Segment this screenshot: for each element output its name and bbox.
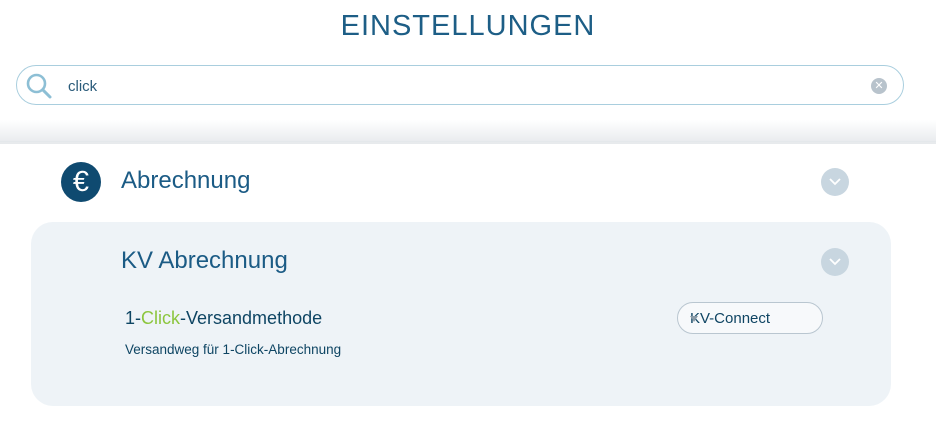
section-title[interactable]: Abrechnung: [121, 167, 250, 195]
setting-description: Versandweg für 1-Click-Abrechnung: [125, 342, 342, 357]
select-value: KV-Connect: [690, 310, 771, 327]
clear-search-icon[interactable]: ✕: [871, 78, 887, 94]
search-bar[interactable]: ✕: [16, 65, 904, 105]
send-method-select[interactable]: KV-Connect: [677, 302, 823, 334]
subsection-title[interactable]: KV Abrechnung: [121, 247, 288, 275]
setting-label-prefix: 1-: [125, 308, 142, 328]
chevron-down-icon[interactable]: [821, 168, 849, 196]
caret-down-icon: [690, 316, 698, 322]
chevron-down-icon[interactable]: [821, 248, 849, 276]
search-highlight: Click: [141, 308, 181, 328]
setting-label: 1-Click-Versandmethode: [125, 308, 322, 329]
euro-icon: €: [61, 162, 101, 202]
divider: [0, 141, 936, 142]
search-input[interactable]: [66, 74, 850, 98]
setting-label-suffix: -Versandmethode: [180, 308, 323, 328]
search-icon[interactable]: [25, 72, 53, 100]
page-title: EINSTELLUNGEN: [340, 10, 596, 42]
